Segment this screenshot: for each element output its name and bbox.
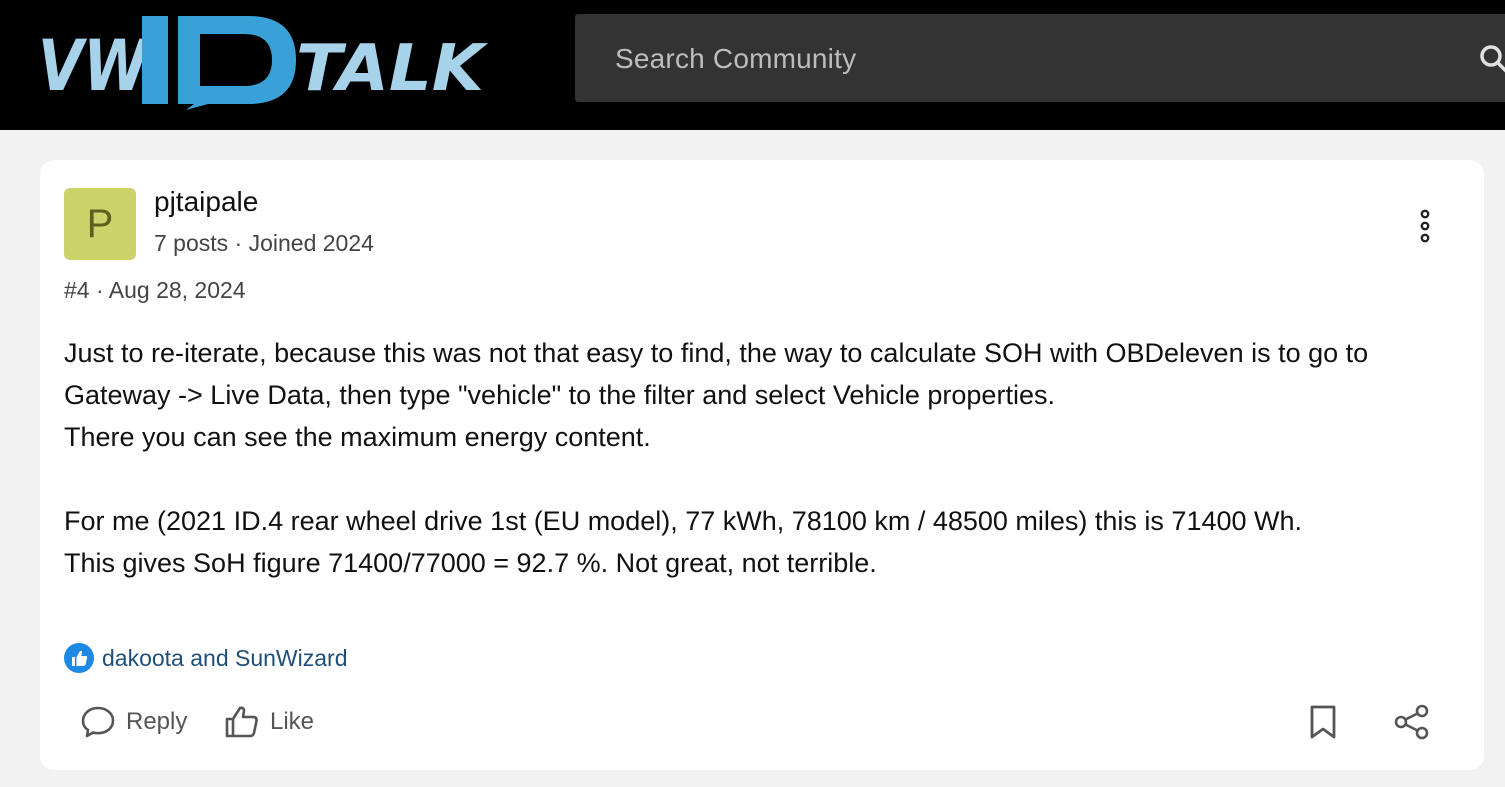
post-body-line: There you can see the maximum energy con… bbox=[64, 422, 651, 452]
site-logo[interactable]: VW TALK bbox=[38, 14, 488, 110]
site-header: VW TALK Search Community bbox=[0, 0, 1505, 130]
more-vertical-icon[interactable] bbox=[1418, 208, 1432, 244]
post-body-line: Gateway -> Live Data, then type "vehicle… bbox=[64, 380, 1055, 410]
vwidtalk-logo-graphic: VW TALK bbox=[38, 16, 488, 110]
search-icon[interactable] bbox=[1479, 44, 1505, 74]
bookmark-icon[interactable] bbox=[1308, 704, 1338, 740]
post-body-line: This gives SoH figure 71400/77000 = 92.7… bbox=[64, 548, 877, 578]
search-input[interactable]: Search Community bbox=[615, 43, 856, 75]
svg-text:VW: VW bbox=[38, 25, 151, 107]
likes-summary[interactable]: dakoota and SunWizard bbox=[64, 640, 348, 676]
post-permalink[interactable]: #4 · Aug 28, 2024 bbox=[64, 277, 246, 304]
svg-text:TALK: TALK bbox=[296, 32, 488, 106]
user-meta: 7 posts · Joined 2024 bbox=[154, 230, 374, 256]
post-body: Just to re-iterate, because this was not… bbox=[64, 332, 1454, 584]
post-card: P pjtaipale 7 posts · Joined 2024 #4 · A… bbox=[40, 160, 1484, 770]
chat-bubble-icon bbox=[81, 706, 115, 738]
reply-button[interactable]: Reply bbox=[80, 702, 187, 742]
like-button[interactable]: Like bbox=[224, 702, 314, 742]
likes-users[interactable]: dakoota and SunWizard bbox=[102, 645, 348, 672]
reply-label: Reply bbox=[126, 708, 188, 735]
like-label: Like bbox=[270, 708, 315, 735]
avatar[interactable]: P bbox=[64, 188, 136, 260]
post-body-line: Just to re-iterate, because this was not… bbox=[64, 338, 1369, 368]
share-icon[interactable] bbox=[1394, 704, 1430, 740]
post-body-line: For me (2021 ID.4 rear wheel drive 1st (… bbox=[64, 506, 1303, 536]
search-bar[interactable]: Search Community bbox=[575, 14, 1505, 102]
thumbs-up-icon bbox=[64, 643, 94, 673]
username-link[interactable]: pjtaipale bbox=[154, 186, 258, 218]
thumbs-up-outline-icon bbox=[225, 706, 258, 738]
